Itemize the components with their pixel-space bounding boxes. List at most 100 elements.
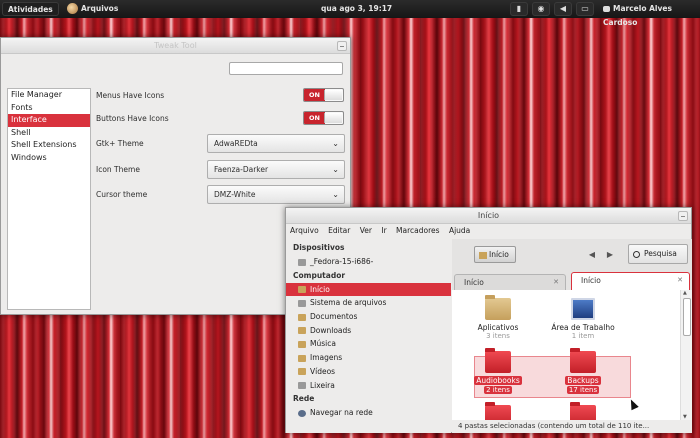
close-tab-icon[interactable]: ✕ [677,273,683,288]
category-shell-extensions[interactable]: Shell Extensions [8,139,90,152]
menus-icons-switch[interactable]: ON [303,88,344,102]
category-fonts[interactable]: Fonts [8,102,90,115]
buttons-icons-switch[interactable]: ON [303,111,344,125]
sidebar-item-label: _Fedora-15-i686- [310,257,374,266]
gtk-theme-label: Gtk+ Theme [96,139,144,148]
sidebar-item-documentos[interactable]: Documentos [286,310,451,324]
cursor-theme-label: Cursor theme [96,190,148,199]
battery-icon[interactable]: ▭ [576,2,594,16]
sidebar-item-lixeira[interactable]: Lixeira [286,379,451,393]
scrollbar-thumb[interactable] [683,298,691,336]
menu-ajuda[interactable]: Ajuda [449,226,470,235]
status-bar: 4 pastas selecionadas (contendo um total… [452,420,692,433]
back-arrow-icon[interactable]: ◀ [586,246,598,263]
search-label: Pesquisa [644,249,677,258]
tab-label: Início [464,278,484,287]
file-view: Início ◀ ▶ Pesquisa Início ✕ Início ✕ Apli… [452,239,692,433]
volume-icon[interactable]: ◀ [554,2,572,16]
category-shell[interactable]: Shell [8,127,90,140]
clock[interactable]: qua ago 3, 19:17 [316,2,397,16]
music-icon [298,340,306,348]
pictures-icon [298,354,306,362]
sidebar-item-videos[interactable]: Vídeos [286,365,451,379]
folder-backups[interactable]: Backups 17 itens [548,348,618,394]
sidebar-item-label: Lixeira [310,380,335,390]
tweak-search-input[interactable] [229,62,343,75]
videos-icon [298,368,306,376]
tab-inicio-2[interactable]: Início ✕ [571,272,690,290]
documents-icon [298,313,306,321]
network-graph-icon[interactable]: ▮ [510,2,528,16]
accessibility-icon[interactable]: ◉ [532,2,550,16]
search-button[interactable]: Pesquisa [628,244,688,264]
sidebar-item-downloads[interactable]: Downloads [286,324,451,338]
folder-partial-2[interactable] [548,402,618,420]
category-interface[interactable]: Interface [8,114,90,127]
cursor-theme-value: DMZ-White [214,190,256,199]
sidebar-item-label: Navegar na rede [310,408,373,418]
folder-area-de-trabalho[interactable]: Área de Trabalho 1 item [548,298,618,340]
menu-ir[interactable]: Ir [381,226,386,235]
folder-aplicativos[interactable]: Aplicativos 3 itens [463,295,533,340]
sidebar-item-network[interactable]: Navegar na rede [286,406,451,420]
menu-editar[interactable]: Editar [328,226,350,235]
tab-label: Início [581,276,601,285]
user-menu[interactable]: Marcelo Alves Cardoso [598,2,700,27]
folder-icon [570,348,596,373]
menu-marcadores[interactable]: Marcadores [396,226,440,235]
location-toolbar: Início ◀ ▶ Pesquisa [452,239,692,269]
places-sidebar: Dispositivos _Fedora-15-i686- Computador… [286,239,451,433]
network-header: Rede [293,394,315,404]
sidebar-item-imagens[interactable]: Imagens [286,351,451,365]
folder-audiobooks[interactable]: Audiobooks 2 itens [463,348,533,394]
close-tab-icon[interactable]: ✕ [553,275,559,290]
file-info: 2 itens [484,386,512,394]
cursor-theme-select[interactable]: DMZ-White ⌄ [207,185,345,204]
vertical-scrollbar[interactable]: ▲ ▼ [680,290,692,420]
scroll-up-icon[interactable]: ▲ [683,290,687,296]
category-file-manager[interactable]: File Manager [8,89,90,102]
forward-arrow-icon[interactable]: ▶ [604,246,616,263]
file-info: 1 item [571,332,595,340]
category-windows[interactable]: Windows [8,152,90,165]
folder-icon [485,348,511,373]
close-icon[interactable] [337,41,347,51]
file-name: Audiobooks [474,376,522,385]
icon-theme-value: Faenza-Darker [214,165,269,174]
menu-bar: Arquivo Editar Ver Ir Marcadores Ajuda [286,224,691,238]
app-menu-button[interactable]: Arquivos [64,2,123,16]
icon-theme-label: Icon Theme [96,165,140,174]
menu-ver[interactable]: Ver [360,226,372,235]
breadcrumb[interactable]: Início [474,246,516,263]
activities-button[interactable]: Atividades [2,2,59,16]
sidebar-item-filesystem[interactable]: Sistema de arquivos [286,296,451,310]
icon-view[interactable]: Aplicativos 3 itens Área de Trabalho 1 i… [452,290,680,420]
computer-header: Computador [293,270,346,280]
gtk-theme-value: AdwaREDta [214,139,258,148]
search-icon [633,250,640,258]
sidebar-item-label: Downloads [310,325,352,335]
sidebar-item-fedora[interactable]: _Fedora-15-i686- [286,255,451,269]
gtk-theme-select[interactable]: AdwaREDta ⌄ [207,134,345,153]
home-icon [298,286,306,294]
category-list: File Manager Fonts Interface Shell Shell… [7,88,91,310]
tweak-titlebar[interactable]: Tweak Tool [1,38,350,54]
sidebar-item-inicio[interactable]: Início [286,282,451,297]
sidebar-item-musica[interactable]: Música [286,337,451,351]
sidebar-item-label: Documentos [310,312,358,322]
tab-inicio-1[interactable]: Início ✕ [454,274,566,290]
icon-theme-select[interactable]: Faenza-Darker ⌄ [207,160,345,179]
breadcrumb-label: Início [489,250,509,259]
chat-bubble-icon [603,6,610,12]
buttons-icons-state: ON [304,112,325,124]
close-icon[interactable] [678,211,688,221]
folder-icon [570,402,596,420]
chevron-down-icon: ⌄ [332,139,339,148]
file-name: Aplicativos [477,323,519,332]
file-info: 17 itens [566,386,600,394]
folder-partial-1[interactable] [463,402,533,420]
app-menu-label: Arquivos [81,4,119,13]
menus-icons-state: ON [304,89,325,101]
nautilus-titlebar[interactable]: Início [286,208,691,224]
menu-arquivo[interactable]: Arquivo [290,226,319,235]
